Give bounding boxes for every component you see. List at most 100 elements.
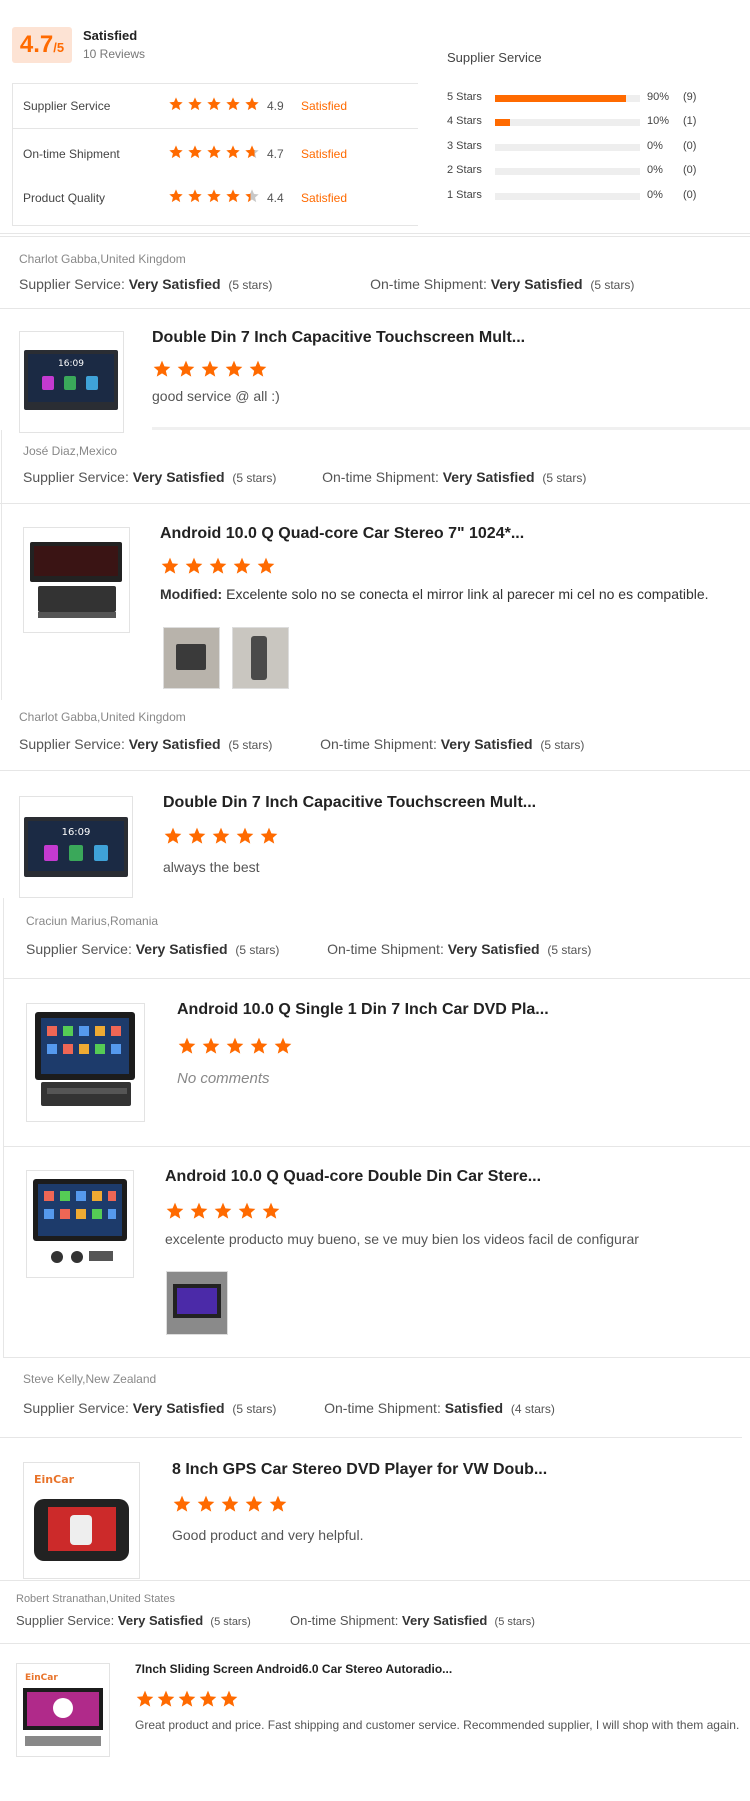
star-icon [225, 96, 241, 112]
star-icon [235, 826, 255, 846]
review-stars [165, 1201, 285, 1221]
star-icon [156, 1689, 175, 1707]
star-icon [187, 96, 203, 112]
review-comment: No comments [177, 1070, 270, 1087]
svg-text:EinCar: EinCar [34, 1473, 75, 1486]
product-title[interactable]: Android 10.0 Q Single 1 Din 7 Inch Car D… [177, 1001, 549, 1019]
star-icon [224, 359, 244, 379]
star-icon [213, 1201, 233, 1221]
star-icon [168, 144, 184, 160]
distribution-bar [495, 144, 640, 151]
product-thumbnail[interactable]: EinCar [23, 1462, 140, 1579]
review-stars [135, 1689, 240, 1707]
star-icon [225, 1036, 245, 1056]
review-service-line: Supplier Service: Very Satisfied (5 star… [23, 469, 587, 485]
review-comment: good service @ all :) [152, 388, 280, 404]
distribution-bar [495, 95, 640, 102]
product-thumbnail[interactable]: 16:09 [19, 331, 124, 433]
review-photo[interactable] [163, 627, 220, 689]
star-icon [187, 826, 207, 846]
star-icon [163, 826, 183, 846]
star-icon [177, 1036, 197, 1056]
reviewer-name: Steve Kelly,New Zealand [23, 1372, 157, 1386]
distribution-row: 5 Stars 90% (9) [447, 91, 707, 105]
star-icon [200, 359, 220, 379]
star-icon [160, 556, 180, 576]
distribution-pct: 0% [647, 140, 663, 152]
star-icon [177, 1689, 196, 1707]
distribution-row: 2 Stars 0% (0) [447, 164, 707, 178]
star-icon [268, 1494, 288, 1514]
star-icon [206, 188, 222, 204]
product-title[interactable]: Android 10.0 Q Quad-core Double Din Car … [165, 1168, 541, 1186]
reviewer-name: Craciun Marius,Romania [26, 914, 159, 928]
distribution-pct: 0% [647, 164, 663, 176]
product-title[interactable]: Double Din 7 Inch Capacitive Touchscreen… [152, 329, 525, 347]
overall-score-scale: /5 [53, 40, 65, 55]
distribution-count: (1) [683, 115, 697, 127]
star-icon [232, 556, 252, 576]
distribution-label: 2 Stars [447, 164, 482, 176]
review-stars [152, 359, 272, 379]
rating-stars [168, 96, 263, 112]
star-icon [176, 359, 196, 379]
star-icon [152, 359, 172, 379]
product-title[interactable]: 8 Inch GPS Car Stereo DVD Player for VW … [172, 1461, 547, 1479]
star-icon [249, 1036, 269, 1056]
product-title[interactable]: Double Din 7 Inch Capacitive Touchscreen… [163, 794, 536, 812]
star-icon [225, 188, 241, 204]
distribution-pct: 10% [647, 115, 670, 127]
product-thumbnail[interactable]: 16:09 [19, 796, 133, 898]
star-icon [220, 1494, 240, 1514]
distribution-pct: 90% [647, 91, 670, 103]
rating-row-supplier-service: Supplier Service 4.9 Satisfied [13, 84, 418, 129]
product-title[interactable]: 7Inch Sliding Screen Android6.0 Car Ster… [135, 1662, 452, 1676]
rating-level: Satisfied [301, 191, 348, 205]
car-stereo-image: 16:09 [24, 817, 128, 877]
rating-row-on-time-shipment: On-time Shipment 4.7 Satisfied [13, 132, 418, 176]
star-icon [244, 1494, 264, 1514]
distribution-row: 1 Stars 0% (0) [447, 189, 707, 203]
car-stereo-image: EinCar [23, 1673, 103, 1746]
distribution-label: 5 Stars [447, 91, 482, 103]
star-icon [256, 556, 276, 576]
product-thumbnail[interactable]: EinCar [16, 1663, 110, 1757]
star-icon [168, 96, 184, 112]
star-icon [206, 96, 222, 112]
distribution-row: 3 Stars 0% (0) [447, 140, 707, 154]
distribution-label: 4 Stars [447, 115, 482, 127]
svg-text:EinCar: EinCar [25, 1673, 58, 1683]
star-icon [244, 188, 260, 204]
review-service-line: Supplier Service: Very Satisfied (5 star… [19, 276, 635, 292]
star-icon [198, 1689, 217, 1707]
reviewer-name: Robert Stranathan,United States [16, 1593, 175, 1605]
rating-stars [168, 188, 263, 204]
product-thumbnail[interactable] [26, 1003, 145, 1122]
star-icon [206, 144, 222, 160]
product-thumbnail[interactable] [26, 1170, 134, 1278]
review-stars [177, 1036, 297, 1056]
review-photo[interactable] [232, 627, 289, 689]
review-stars [172, 1494, 292, 1514]
review-photo[interactable] [166, 1271, 228, 1335]
review-comment: always the best [163, 859, 260, 875]
product-title[interactable]: Android 10.0 Q Quad-core Car Stereo 7" 1… [160, 525, 524, 543]
distribution-label: 1 Stars [447, 189, 482, 201]
distribution-row: 4 Stars 10% (1) [447, 115, 707, 129]
star-icon [259, 826, 279, 846]
star-icon [244, 144, 260, 160]
star-icon [184, 556, 204, 576]
review-count: 10 Reviews [83, 47, 146, 61]
distribution-count: (0) [683, 140, 697, 152]
car-stereo-image: EinCar [34, 1473, 129, 1561]
rating-name: On-time Shipment [23, 147, 120, 161]
star-icon [196, 1494, 216, 1514]
product-thumbnail[interactable] [23, 527, 130, 633]
distribution-bar [495, 193, 640, 200]
review-stars [160, 556, 280, 576]
review-service-line: Supplier Service: Very Satisfied (5 star… [16, 1613, 535, 1628]
overall-score: 4.7 [19, 31, 54, 58]
star-icon [248, 359, 268, 379]
reviewer-name: Charlot Gabba,United Kingdom [19, 710, 186, 724]
star-icon [165, 1201, 185, 1221]
